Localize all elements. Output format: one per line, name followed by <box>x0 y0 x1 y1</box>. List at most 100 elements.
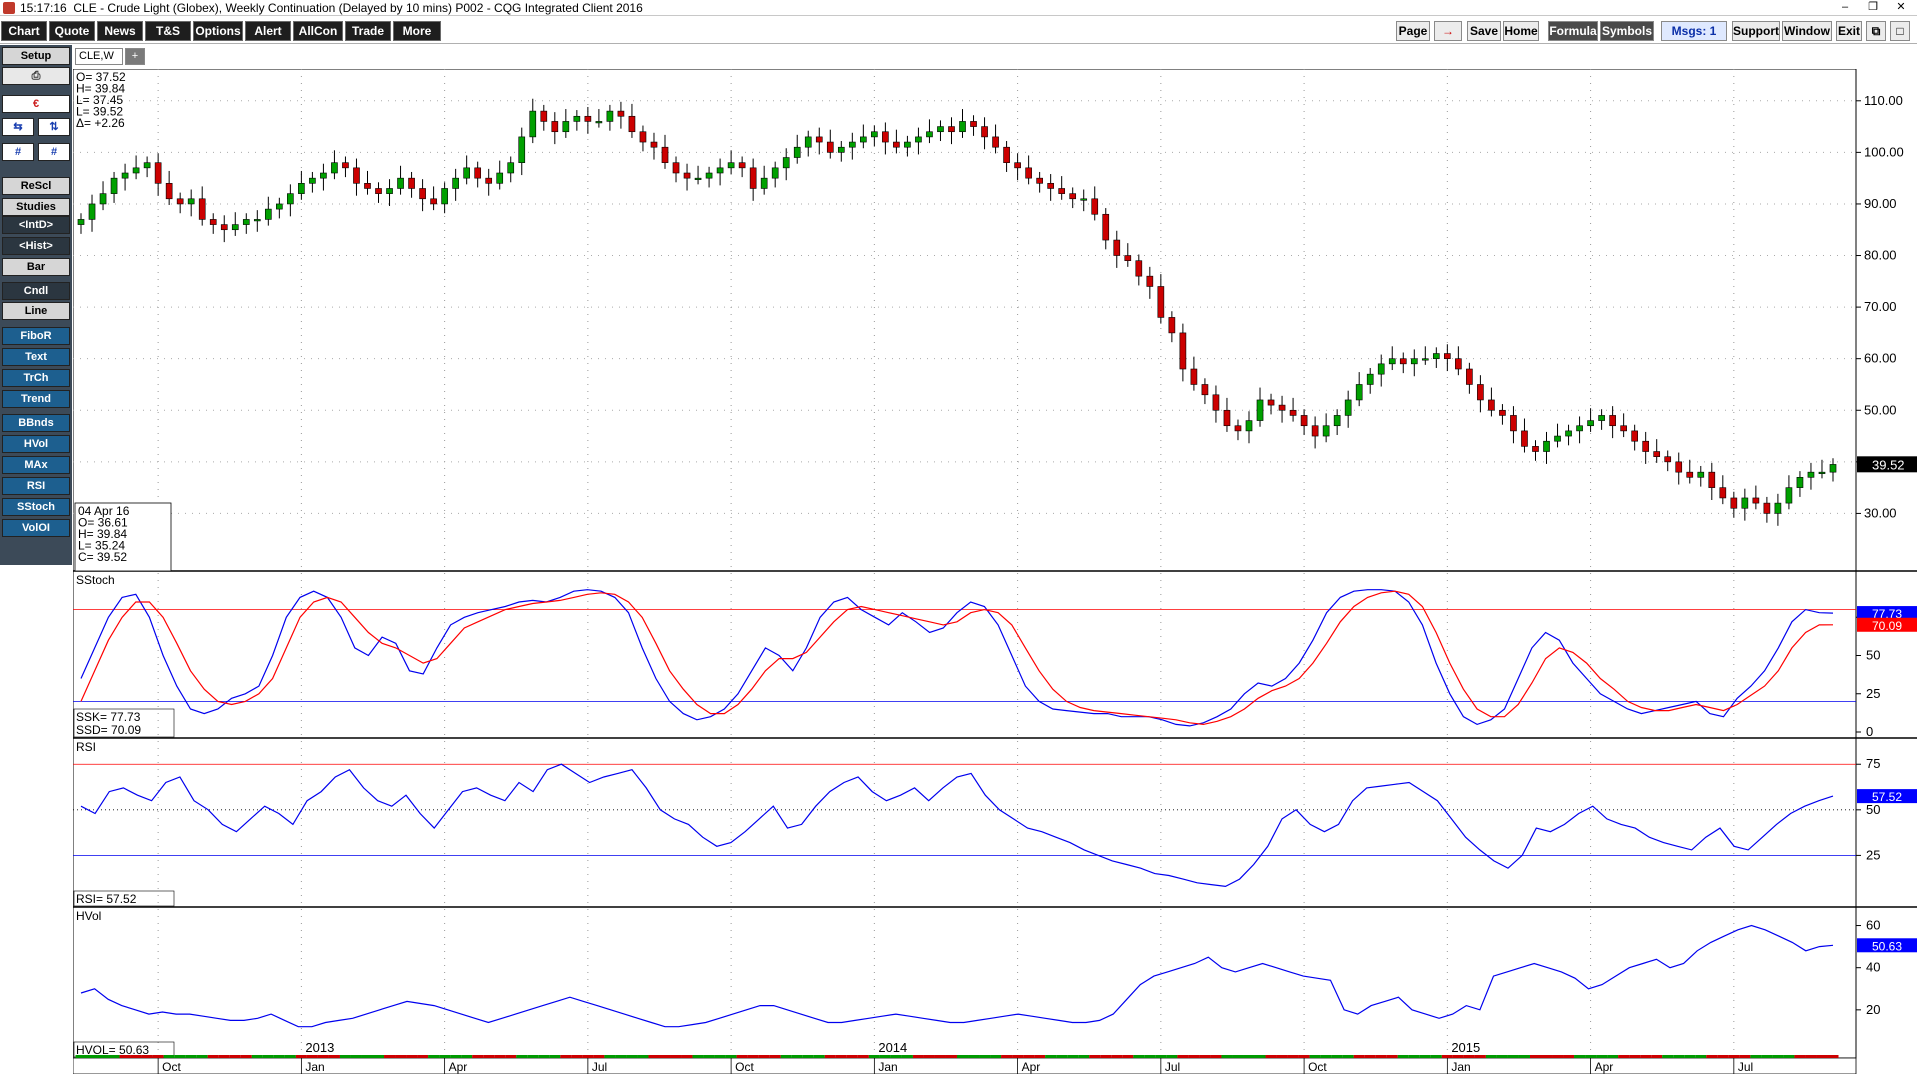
detach-window-icon[interactable]: ⧉ <box>1866 21 1886 41</box>
month-label: Oct <box>162 1060 181 1074</box>
time-strip-segment <box>130 1055 142 1058</box>
time-strip-segment <box>306 1055 318 1058</box>
sidebar-cndl-button[interactable]: Cndl <box>2 282 70 300</box>
sidebar-bbnds-button[interactable]: BBnds <box>2 414 70 432</box>
candle-down <box>1003 146 1010 163</box>
time-strip-segment <box>1794 1055 1806 1058</box>
menu-msgs-button[interactable]: Msgs: 1 <box>1661 21 1727 41</box>
time-strip-segment <box>75 1055 87 1058</box>
sidebar-trend-button[interactable]: Trend <box>2 390 70 408</box>
candle-up <box>99 193 107 205</box>
time-strip-segment <box>1629 1055 1641 1058</box>
zoom-in-icon[interactable]: # <box>2 143 34 161</box>
candle-up <box>1796 477 1804 488</box>
candle-up <box>1355 384 1363 401</box>
menu-ts-button[interactable]: T&S <box>145 21 191 41</box>
candle-up <box>1829 464 1837 473</box>
restore-icon[interactable]: ❐ <box>1859 0 1887 16</box>
menu-formula-button[interactable]: Formula <box>1548 21 1598 41</box>
sstoch-tick-label: 50 <box>1866 648 1880 663</box>
candle-down <box>364 183 371 189</box>
time-strip-segment <box>1309 1055 1321 1058</box>
sidebar-text-button[interactable]: Text <box>2 348 70 366</box>
sidebar-line-button[interactable]: Line <box>2 302 70 320</box>
sidebar-hist-button[interactable]: <Hist> <box>2 237 70 255</box>
setup-button[interactable]: Setup <box>2 47 70 65</box>
candle-down <box>220 224 228 231</box>
menu-save-button[interactable]: Save <box>1467 21 1501 41</box>
time-strip-segment <box>968 1055 980 1058</box>
time-strip-segment <box>1199 1055 1211 1058</box>
time-strip-segment <box>1177 1055 1189 1058</box>
add-tab-button[interactable]: + <box>125 48 145 65</box>
sidebar-rsi-button[interactable]: RSI <box>2 477 70 495</box>
sidebar-rescl-button[interactable]: ReScl <box>2 177 70 195</box>
menu-chart-button[interactable]: Chart <box>1 21 47 41</box>
menu-window-button[interactable]: Window <box>1782 21 1832 41</box>
time-strip-segment <box>824 1055 836 1058</box>
menu-alert-button[interactable]: Alert <box>245 21 291 41</box>
page-forward-icon[interactable]: → <box>1434 21 1462 41</box>
candle-down <box>1278 404 1286 411</box>
minimize-icon[interactable]: – <box>1831 0 1859 16</box>
candle-down <box>617 110 625 117</box>
candle-down <box>981 126 988 138</box>
candle-up <box>88 203 96 220</box>
maximize-chart-icon[interactable]: □ <box>1890 21 1910 41</box>
sidebar-fibor-button[interactable]: FiboR <box>2 327 70 345</box>
menu-more-button[interactable]: More <box>393 21 441 41</box>
candle-up <box>562 121 570 133</box>
tab-cle-weekly[interactable]: CLE,W <box>75 48 123 65</box>
price-tick-label: 50.00 <box>1864 402 1897 417</box>
candle-up <box>1245 420 1253 432</box>
close-icon[interactable]: ✕ <box>1887 0 1915 16</box>
time-strip-segment <box>1695 1055 1707 1058</box>
print-icon[interactable]: ⎙ <box>2 67 70 85</box>
chart-area[interactable]: 110.00100.0090.0080.0070.0060.0050.0040.… <box>73 69 1917 1074</box>
menu-symbols-button[interactable]: Symbols <box>1600 21 1654 41</box>
candle-down <box>1488 399 1495 411</box>
candle-down <box>1686 471 1694 478</box>
candle-up <box>727 162 735 169</box>
candle-up <box>760 177 768 189</box>
hvol-readout: HVOL= 50.63 <box>76 1043 149 1057</box>
menu-options-button[interactable]: Options <box>193 21 243 41</box>
zoom-out-icon[interactable]: # <box>38 143 70 161</box>
candle-down <box>948 126 955 133</box>
time-strip-segment <box>273 1055 285 1058</box>
time-strip-segment <box>1188 1055 1200 1058</box>
menu-news-button[interactable]: News <box>97 21 143 41</box>
candle-up <box>595 121 603 124</box>
scroll-right-icon[interactable]: ⇅ <box>38 118 70 136</box>
candle-up <box>1344 399 1352 416</box>
menu-page-button[interactable]: Page <box>1396 21 1430 41</box>
time-strip-segment <box>439 1055 451 1058</box>
time-strip-segment <box>1232 1055 1244 1058</box>
candle-down <box>1444 353 1451 359</box>
sidebar-bar-button[interactable]: Bar <box>2 258 70 276</box>
currency-icon[interactable]: € <box>2 95 70 113</box>
candle-down <box>1752 497 1760 504</box>
menu-allcon-button[interactable]: AllCon <box>293 21 343 41</box>
sidebar-studies-button[interactable]: Studies <box>2 198 70 216</box>
menu-exit-button[interactable]: Exit <box>1836 21 1862 41</box>
candle-up <box>1741 497 1749 509</box>
rsi-title: RSI <box>76 740 96 754</box>
menu-support-button[interactable]: Support <box>1732 21 1780 41</box>
sidebar-intd-button[interactable]: <IntD> <box>2 216 70 234</box>
candle-down <box>1730 497 1738 509</box>
menu-home-button[interactable]: Home <box>1503 21 1539 41</box>
time-strip-segment <box>1023 1055 1035 1058</box>
time-strip-segment <box>361 1055 373 1058</box>
sidebar-voloi-button[interactable]: VolOI <box>2 519 70 537</box>
candle-down <box>1521 430 1528 447</box>
month-label: Oct <box>1308 1060 1327 1074</box>
scroll-left-icon[interactable]: ⇆ <box>2 118 34 136</box>
time-strip-segment <box>1012 1055 1024 1058</box>
sidebar-hvol-button[interactable]: HVol <box>2 435 70 453</box>
sidebar-max-button[interactable]: MAx <box>2 456 70 474</box>
sidebar-sstoch-button[interactable]: SStoch <box>2 498 70 516</box>
menu-quote-button[interactable]: Quote <box>49 21 95 41</box>
sidebar-trch-button[interactable]: TrCh <box>2 369 70 387</box>
menu-trade-button[interactable]: Trade <box>345 21 391 41</box>
